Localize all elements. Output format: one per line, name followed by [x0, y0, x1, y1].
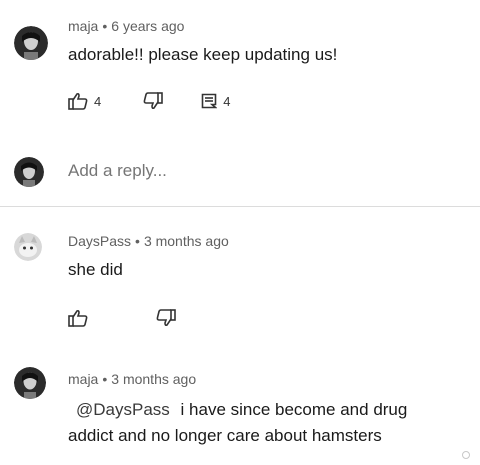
comment-time[interactable]: 3 months ago	[111, 371, 196, 387]
comment-meta: DaysPass • 3 months ago	[68, 233, 229, 249]
comment-1: maja • 6 years ago adorable!! please keep …	[0, 0, 480, 140]
comment-text-part: i have since become and drug	[180, 400, 408, 419]
current-user-avatar	[14, 157, 44, 187]
watermark-circle	[462, 451, 470, 459]
comment-text: @DaysPass i have since become and drug a…	[68, 397, 407, 449]
thumbs-up-icon	[68, 92, 88, 110]
comment-text-line-1: @DaysPass i have since become and drug	[68, 397, 407, 423]
comment-3: maja • 3 months ago @DaysPass i have since…	[0, 357, 480, 465]
like-count: 4	[94, 93, 102, 109]
avatar[interactable]	[14, 26, 48, 60]
avatar[interactable]	[14, 367, 46, 399]
like-button[interactable]: 4	[68, 92, 101, 110]
comment-text: she did	[68, 260, 123, 279]
replies-button[interactable]: 4	[201, 93, 230, 109]
reply-box	[0, 140, 480, 207]
meta-separator: •	[102, 18, 108, 34]
reply-input[interactable]	[68, 161, 428, 181]
user-mention[interactable]: @DaysPass	[76, 400, 170, 419]
meta-separator: •	[102, 371, 108, 387]
comment-author[interactable]: maja	[68, 371, 98, 387]
avatar[interactable]	[14, 233, 42, 261]
dislike-button[interactable]	[156, 309, 176, 327]
thumbs-down-icon	[156, 309, 176, 327]
thumbs-up-icon	[68, 309, 88, 327]
comment-actions: 4 4	[68, 90, 230, 112]
dislike-button[interactable]	[143, 92, 164, 110]
like-button[interactable]	[68, 309, 88, 327]
comment-text: adorable!! please keep updating us!	[68, 45, 338, 64]
comment-2: DaysPass • 3 months ago she did	[0, 207, 480, 357]
thumbs-down-icon	[143, 92, 164, 110]
comment-text-line-2: addict and no longer care about hamsters	[68, 426, 382, 445]
reply-comment-icon	[201, 93, 218, 109]
comment-time[interactable]: 6 years ago	[111, 18, 184, 34]
comment-author[interactable]: DaysPass	[68, 233, 131, 249]
comment-meta: maja • 3 months ago	[68, 371, 196, 387]
comment-time[interactable]: 3 months ago	[144, 233, 229, 249]
comment-actions	[68, 307, 176, 329]
meta-separator: •	[135, 233, 140, 249]
comment-meta: maja • 6 years ago	[68, 18, 184, 34]
reply-count: 4	[223, 93, 231, 109]
comment-author[interactable]: maja	[68, 18, 98, 34]
